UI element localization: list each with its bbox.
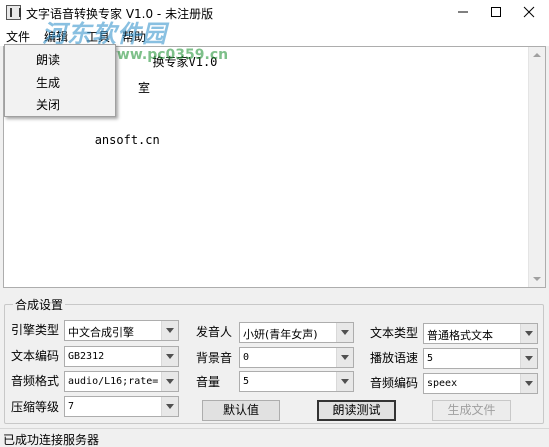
chevron-down-icon: [520, 324, 537, 343]
group-title: 合成设置: [13, 296, 66, 313]
engine-select[interactable]: 中文合成引擎: [64, 320, 179, 341]
maximize-icon: [491, 7, 501, 17]
maximize-button[interactable]: [481, 0, 511, 24]
menu-item-read[interactable]: 朗读: [36, 51, 60, 68]
menu-tools[interactable]: 工具: [83, 28, 113, 45]
default-button[interactable]: 默认值: [202, 400, 280, 421]
voice-label: 发音人: [196, 325, 233, 339]
chevron-down-icon: [520, 349, 537, 368]
scroll-down-icon[interactable]: [533, 277, 541, 281]
bg-sound-value: 0: [243, 352, 250, 363]
chevron-down-icon: [336, 372, 353, 391]
audio-format-select[interactable]: audio/L16;rate=: [64, 371, 179, 392]
chevron-down-icon: [336, 323, 353, 342]
audio-codec-label: 音频编码: [370, 376, 419, 390]
audio-format-value: audio/L16;rate=: [68, 376, 159, 387]
minimize-icon: [458, 11, 468, 13]
compression-value: 7: [68, 401, 75, 412]
volume-select[interactable]: 5: [239, 371, 354, 392]
chevron-down-icon: [161, 397, 178, 416]
menu-item-generate[interactable]: 生成: [36, 74, 60, 91]
menu-edit[interactable]: 编辑: [41, 28, 71, 45]
status-text: 已成功连接服务器: [3, 433, 100, 447]
close-button[interactable]: [514, 0, 544, 24]
voice-select[interactable]: 小妍(青年女声): [239, 322, 354, 343]
chevron-down-icon: [161, 321, 178, 340]
window-title: 文字语音转换专家 V1.0 - 未注册版: [26, 7, 214, 21]
menu-bar: 文件 编辑 工具 帮助: [0, 26, 549, 46]
speed-value: 5: [427, 353, 434, 364]
compression-label: 压缩等级: [11, 400, 60, 414]
audio-codec-select[interactable]: speex: [423, 373, 538, 394]
chevron-down-icon: [520, 374, 537, 393]
menu-file[interactable]: 文件: [3, 28, 33, 45]
chevron-down-icon: [161, 347, 178, 366]
test-read-button[interactable]: 朗读测试: [317, 400, 396, 421]
close-icon: [523, 6, 535, 18]
text-type-select[interactable]: 普通格式文本: [423, 323, 538, 344]
engine-label: 引擎类型: [11, 323, 60, 337]
audio-codec-value: speex: [427, 378, 458, 389]
audio-format-label: 音频格式: [11, 374, 60, 388]
status-bar: 已成功连接服务器: [0, 428, 549, 447]
synthesis-settings-group: 合成设置 引擎类型 中文合成引擎 文本编码 GB2312 音频格式 audio/…: [4, 296, 544, 424]
speed-label: 播放语速: [370, 351, 419, 365]
engine-value: 中文合成引擎: [68, 326, 134, 339]
volume-label: 音量: [196, 375, 221, 389]
menu-item-close[interactable]: 关闭: [36, 96, 60, 113]
chevron-down-icon: [336, 348, 353, 367]
app-icon: [6, 5, 21, 20]
vertical-scrollbar[interactable]: [528, 47, 545, 287]
menu-help[interactable]: 帮助: [119, 28, 149, 45]
chevron-down-icon: [161, 372, 178, 391]
encoding-select[interactable]: GB2312: [64, 346, 179, 367]
bg-sound-label: 背景音: [196, 351, 233, 365]
title-bar: 文字语音转换专家 V1.0 - 未注册版: [0, 0, 549, 26]
scroll-up-icon[interactable]: [533, 53, 541, 57]
bg-sound-select[interactable]: 0: [239, 347, 354, 368]
text-type-label: 文本类型: [370, 326, 419, 340]
encoding-label: 文本编码: [11, 349, 60, 363]
volume-value: 5: [243, 376, 250, 387]
generate-file-button[interactable]: 生成文件: [432, 400, 511, 421]
compression-select[interactable]: 7: [64, 396, 179, 417]
file-menu-dropdown: 朗读 生成 关闭: [4, 44, 116, 117]
voice-value: 小妍(青年女声): [243, 328, 318, 341]
text-type-value: 普通格式文本: [427, 329, 493, 342]
encoding-value: GB2312: [68, 351, 105, 362]
speed-select[interactable]: 5: [423, 348, 538, 369]
minimize-button[interactable]: [448, 0, 478, 24]
